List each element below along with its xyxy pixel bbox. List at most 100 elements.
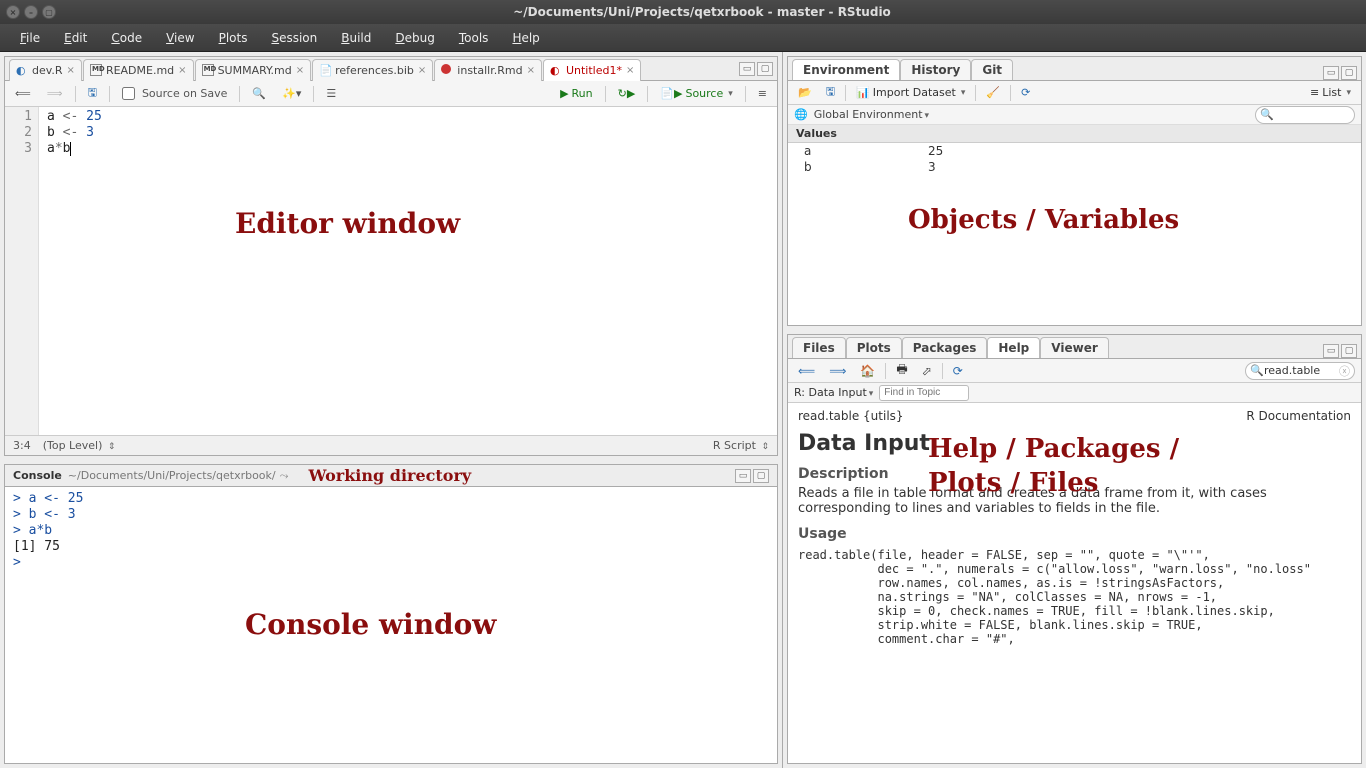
tab-references-bib[interactable]: 📄references.bib × (312, 59, 433, 81)
menu-session[interactable]: Session (259, 27, 329, 49)
help-topic[interactable]: R: Data Input▾ (794, 386, 873, 399)
menu-build[interactable]: Build (329, 27, 383, 49)
save-icon[interactable]: 🖫 (822, 81, 839, 104)
find-in-topic-input[interactable] (879, 385, 969, 401)
view-mode-button[interactable]: ≡ List▾ (1306, 84, 1355, 101)
tab-files[interactable]: Files (792, 337, 846, 358)
close-tab-icon[interactable]: × (418, 65, 426, 76)
code-editor[interactable]: 123 a <- 25b <- 3a*b Editor window (5, 107, 777, 435)
close-tab-icon[interactable]: × (527, 65, 535, 76)
window-close-icon[interactable]: × (6, 5, 20, 19)
help-toolbar: ⟸ ⟹ 🏠 🖶 ⬀ ⟳ 🔍read.tableⓧ (788, 359, 1361, 383)
env-row[interactable]: a25 (788, 143, 1361, 159)
menu-debug[interactable]: Debug (383, 27, 446, 49)
tab-viewer[interactable]: Viewer (1040, 337, 1108, 358)
tab-summary-md[interactable]: MDSUMMARY.md × (195, 59, 312, 81)
help-fn-name: read.table {utils} (798, 409, 904, 423)
back-icon[interactable]: ⟸ (794, 362, 819, 380)
pane-minimize-icon[interactable]: ▭ (1323, 66, 1339, 80)
tab-help[interactable]: Help (987, 337, 1040, 358)
console-path-arrow-icon[interactable]: ⤳ (280, 469, 289, 483)
menu-plots[interactable]: Plots (207, 27, 260, 49)
console-path: ~/Documents/Uni/Projects/qetxrbook/ (68, 469, 276, 482)
pane-minimize-icon[interactable]: ▭ (1323, 344, 1339, 358)
help-section-desc: Description (798, 466, 1351, 482)
home-icon[interactable]: 🏠 (856, 362, 879, 380)
clear-icon[interactable]: 🧹 (982, 84, 1004, 101)
run-button[interactable]: ▶ Run (556, 85, 597, 102)
console[interactable]: Console window > a <- 25> b <- 3> a*b[1]… (5, 487, 777, 763)
source-on-save-checkbox[interactable]: Source on Save (118, 85, 231, 102)
menu-code[interactable]: Code (99, 27, 154, 49)
refresh-icon[interactable]: ⟳ (949, 362, 967, 380)
window-minimize-icon[interactable]: – (24, 5, 38, 19)
help-doc-tag: R Documentation (1246, 409, 1351, 423)
console-title: Console (13, 469, 62, 482)
help-usage: read.table(file, header = FALSE, sep = "… (798, 548, 1351, 646)
notebook-icon[interactable]: ☰ (322, 85, 340, 102)
tab-git[interactable]: Git (971, 59, 1013, 80)
env-search-input[interactable]: 🔍 (1255, 106, 1355, 124)
help-tabstrip: FilesPlotsPackagesHelpViewer ▭ ▢ (788, 335, 1361, 359)
menu-view[interactable]: View (154, 27, 206, 49)
env-tabstrip: EnvironmentHistoryGit ▭ ▢ (788, 57, 1361, 81)
refresh-icon[interactable]: ⟳ (1017, 84, 1034, 101)
editor-statusbar: 3:4 (Top Level) ⇕ R Script ⇕ (5, 435, 777, 455)
menu-tools[interactable]: Tools (447, 27, 501, 49)
find-icon[interactable]: 🔍 (248, 85, 270, 102)
window-maximize-icon[interactable]: ▢ (42, 5, 56, 19)
env-scope-selector[interactable]: Global Environment▾ (814, 108, 929, 121)
close-tab-icon[interactable]: × (67, 65, 75, 76)
print-icon[interactable]: 🖶 (892, 358, 911, 383)
tab-readme-md[interactable]: MDREADME.md × (83, 59, 194, 81)
editor-tabstrip: ◐dev.R ×MDREADME.md ×MDSUMMARY.md ×📄refe… (5, 57, 777, 81)
forward-icon[interactable]: ⟹ (43, 85, 67, 102)
pane-minimize-icon[interactable]: ▭ (735, 469, 751, 483)
env-scope-bar: 🌐 Global Environment▾ 🔍 (788, 105, 1361, 125)
tab-installr-rmd[interactable]: installr.Rmd × (434, 59, 542, 81)
close-tab-icon[interactable]: × (296, 65, 304, 76)
popout-icon[interactable]: ⬀ (918, 362, 936, 380)
values-header: Values (788, 125, 1361, 143)
tab-untitled1-[interactable]: ◐Untitled1* × (543, 59, 641, 81)
back-icon[interactable]: ⟸ (11, 85, 35, 102)
help-search-input[interactable]: 🔍read.tableⓧ (1245, 362, 1355, 380)
help-content[interactable]: read.table {utils} R Documentation Help … (788, 403, 1361, 763)
menu-edit[interactable]: Edit (52, 27, 99, 49)
help-topic-bar: R: Data Input▾ (788, 383, 1361, 403)
tab-plots[interactable]: Plots (846, 337, 902, 358)
outline-icon[interactable]: ≡ (754, 85, 771, 102)
tab-dev-r[interactable]: ◐dev.R × (9, 59, 82, 81)
menubar: FileEditCodeViewPlotsSessionBuildDebugTo… (0, 24, 1366, 52)
annotation-console: Console window (245, 617, 496, 633)
tab-environment[interactable]: Environment (792, 59, 900, 80)
env-toolbar: 📂 🖫 📊 Import Dataset▾ 🧹 ⟳ ≡ List▾ (788, 81, 1361, 105)
globe-icon: 🌐 (794, 108, 808, 121)
menu-help[interactable]: Help (500, 27, 551, 49)
titlebar: × – ▢ ~/Documents/Uni/Projects/qetxrbook… (0, 0, 1366, 24)
menu-file[interactable]: File (8, 27, 52, 49)
pane-maximize-icon[interactable]: ▢ (753, 469, 769, 483)
source-button[interactable]: 📄▶ Source ▾ (656, 85, 736, 102)
env-row[interactable]: b3 (788, 159, 1361, 175)
wand-icon[interactable]: ✨▾ (278, 85, 305, 102)
save-icon[interactable]: 🖫 (84, 82, 101, 105)
close-tab-icon[interactable]: × (178, 65, 186, 76)
tab-history[interactable]: History (900, 59, 971, 80)
close-tab-icon[interactable]: × (626, 65, 634, 76)
scope-indicator[interactable]: (Top Level) ⇕ (43, 439, 116, 452)
pane-maximize-icon[interactable]: ▢ (1341, 66, 1357, 80)
pane-maximize-icon[interactable]: ▢ (757, 62, 773, 76)
rerun-icon[interactable]: ↻▶ (614, 85, 640, 102)
annotation-editor: Editor window (235, 207, 460, 240)
pane-maximize-icon[interactable]: ▢ (1341, 344, 1357, 358)
tab-packages[interactable]: Packages (902, 337, 988, 358)
editor-toolbar: ⟸ ⟹ 🖫 Source on Save 🔍 ✨▾ ☰ ▶ Run ↻▶ 📄▶ … (5, 81, 777, 107)
import-dataset-button[interactable]: 📊 Import Dataset▾ (852, 84, 969, 101)
annotation-workdir: Working directory (308, 466, 471, 485)
env-values: Values a25b3 Objects / Variables (788, 125, 1361, 325)
load-icon[interactable]: 📂 (794, 84, 816, 101)
pane-minimize-icon[interactable]: ▭ (739, 62, 755, 76)
forward-icon[interactable]: ⟹ (825, 362, 850, 380)
language-indicator[interactable]: R Script ⇕ (713, 439, 769, 452)
